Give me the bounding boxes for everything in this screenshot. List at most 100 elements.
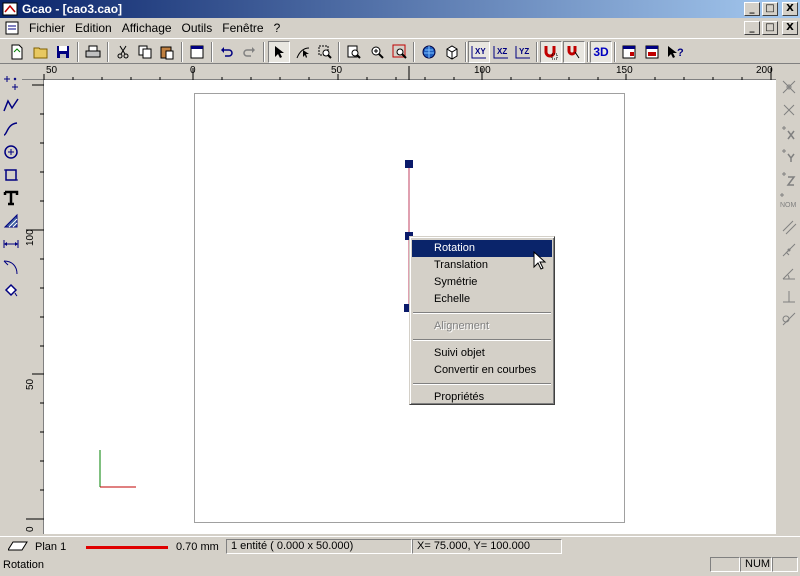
- menu-separator: [413, 383, 551, 385]
- select-arrow-icon[interactable]: [268, 41, 290, 63]
- undo-icon[interactable]: [216, 41, 238, 63]
- ruler-h-label: 150: [616, 65, 633, 76]
- open-folder-icon[interactable]: [30, 41, 52, 63]
- menu-outils[interactable]: Outils: [177, 21, 218, 35]
- menu-bar: Fichier Edition Affichage Outils Fenêtre…: [0, 18, 800, 38]
- snap-x-icon[interactable]: [778, 122, 800, 144]
- menu-fenetre[interactable]: Fenêtre: [217, 21, 268, 35]
- arc-dimension-tool-icon[interactable]: [0, 256, 22, 278]
- rectangle-tool-icon[interactable]: [0, 164, 22, 186]
- copy-icon[interactable]: [134, 41, 156, 63]
- document-icon[interactable]: [4, 21, 20, 35]
- tangent-icon[interactable]: [778, 308, 800, 330]
- line-style-preview[interactable]: [86, 546, 168, 549]
- snap-y-icon[interactable]: [778, 145, 800, 167]
- fill-tool-icon[interactable]: [0, 279, 22, 301]
- angle-line-icon[interactable]: [778, 239, 800, 261]
- snap-name-icon[interactable]: NOM: [778, 190, 800, 212]
- ruler-v-label: 0: [25, 526, 36, 532]
- angle-measure-icon[interactable]: [778, 262, 800, 284]
- snap-intersection-icon[interactable]: [778, 76, 800, 98]
- cube-icon[interactable]: [441, 41, 463, 63]
- menu-item-convertir-courbes[interactable]: Convertir en courbes: [412, 362, 552, 379]
- properties-status-bar: Plan 1 0.70 mm 1 entité ( 0.000 x 50.000…: [0, 536, 800, 555]
- circle-tool-icon[interactable]: [0, 141, 22, 163]
- selection-handle[interactable]: [405, 160, 413, 168]
- magnet-snap-icon[interactable]: [540, 41, 562, 63]
- polyline-tool-icon[interactable]: [0, 94, 22, 116]
- plane-xy-icon[interactable]: XY: [468, 41, 490, 63]
- window-title: Gcao - [cao3.cao]: [22, 2, 123, 16]
- menu-separator: [413, 339, 551, 341]
- dimension-tool-icon[interactable]: [0, 233, 22, 255]
- menu-item-translation[interactable]: Translation: [412, 257, 552, 274]
- magnet-grid-icon[interactable]: [563, 41, 585, 63]
- context-help-icon[interactable]: ?: [664, 41, 686, 63]
- menu-item-suivi-objet[interactable]: Suivi objet: [412, 345, 552, 362]
- point-tool-icon[interactable]: [0, 72, 22, 94]
- coordinates-field: X= 75.000, Y= 100.000: [412, 539, 562, 554]
- plane-xz-icon[interactable]: XZ: [490, 41, 512, 63]
- render-3d-icon[interactable]: [641, 41, 663, 63]
- snap-cross-icon[interactable]: [778, 99, 800, 121]
- svg-text:?: ?: [677, 47, 684, 59]
- print-icon[interactable]: [82, 41, 104, 63]
- ruler-h-label: 50: [331, 65, 343, 76]
- redo-icon[interactable]: [238, 41, 260, 63]
- ruler-h-label: 200: [756, 65, 773, 76]
- status-panel-empty: [772, 557, 798, 572]
- properties-window-icon[interactable]: [186, 41, 208, 63]
- menu-item-proprietes[interactable]: Propriétés: [412, 389, 552, 406]
- horizontal-ruler: 50 0 50 100 150 200: [22, 64, 776, 80]
- ruler-ticks-h: [43, 66, 772, 80]
- view-3d-button[interactable]: 3D: [590, 41, 612, 63]
- minimize-button[interactable]: _: [744, 2, 760, 16]
- edit-node-icon[interactable]: [292, 41, 314, 63]
- ruler-ticks-v: [26, 84, 44, 520]
- text-tool-icon[interactable]: [0, 187, 22, 209]
- left-tool-palette: [0, 64, 22, 534]
- new-file-icon[interactable]: [6, 41, 28, 63]
- status-hint: Rotation: [3, 559, 44, 571]
- mouse-cursor-icon: [533, 251, 547, 270]
- zoom-all-icon[interactable]: [389, 41, 411, 63]
- plan-label[interactable]: Plan 1: [35, 540, 66, 554]
- doc-restore-button[interactable]: □: [762, 21, 778, 35]
- doc-close-button[interactable]: X: [782, 21, 798, 35]
- main-toolbar: XY XZ YZ 3D ?: [0, 38, 800, 64]
- num-lock-indicator: NUM: [740, 557, 772, 572]
- title-bar[interactable]: Gcao - [cao3.cao] _ □ X: [0, 0, 800, 18]
- svg-text:NOM: NOM: [780, 202, 797, 209]
- snap-z-icon[interactable]: [778, 168, 800, 190]
- ruler-h-label: 0: [190, 65, 196, 76]
- close-button[interactable]: X: [782, 2, 798, 16]
- doc-minimize-button[interactable]: _: [744, 21, 760, 35]
- curve-tool-icon[interactable]: [0, 118, 22, 140]
- zoom-page-icon[interactable]: [343, 41, 365, 63]
- print-preview-icon[interactable]: [618, 41, 640, 63]
- line-width-label[interactable]: 0.70 mm: [176, 540, 219, 554]
- menu-help[interactable]: ?: [269, 21, 286, 35]
- ruler-h-label: 100: [474, 65, 491, 76]
- cut-icon[interactable]: [112, 41, 134, 63]
- menu-item-echelle[interactable]: Echelle: [412, 291, 552, 308]
- paste-icon[interactable]: [156, 41, 178, 63]
- perpendicular-icon[interactable]: [778, 285, 800, 307]
- menu-item-symetrie[interactable]: Symétrie: [412, 274, 552, 291]
- plane-yz-icon[interactable]: YZ: [512, 41, 534, 63]
- save-icon[interactable]: [52, 41, 74, 63]
- menu-fichier[interactable]: Fichier: [24, 21, 70, 35]
- menu-affichage[interactable]: Affichage: [117, 21, 177, 35]
- maximize-button[interactable]: □: [762, 2, 778, 16]
- zoom-pan-icon[interactable]: [366, 41, 388, 63]
- ruler-h-label: 50: [46, 65, 58, 76]
- globe-icon[interactable]: [418, 41, 440, 63]
- hatch-tool-icon[interactable]: [0, 210, 22, 232]
- menu-item-rotation[interactable]: Rotation: [412, 240, 552, 257]
- parallel-lines-icon[interactable]: [778, 216, 800, 238]
- svg-text:YZ: YZ: [519, 47, 529, 56]
- menu-edition[interactable]: Edition: [70, 21, 117, 35]
- zoom-window-icon[interactable]: [314, 41, 336, 63]
- right-tool-palette: NOM: [778, 64, 800, 534]
- status-panel-empty: [710, 557, 740, 572]
